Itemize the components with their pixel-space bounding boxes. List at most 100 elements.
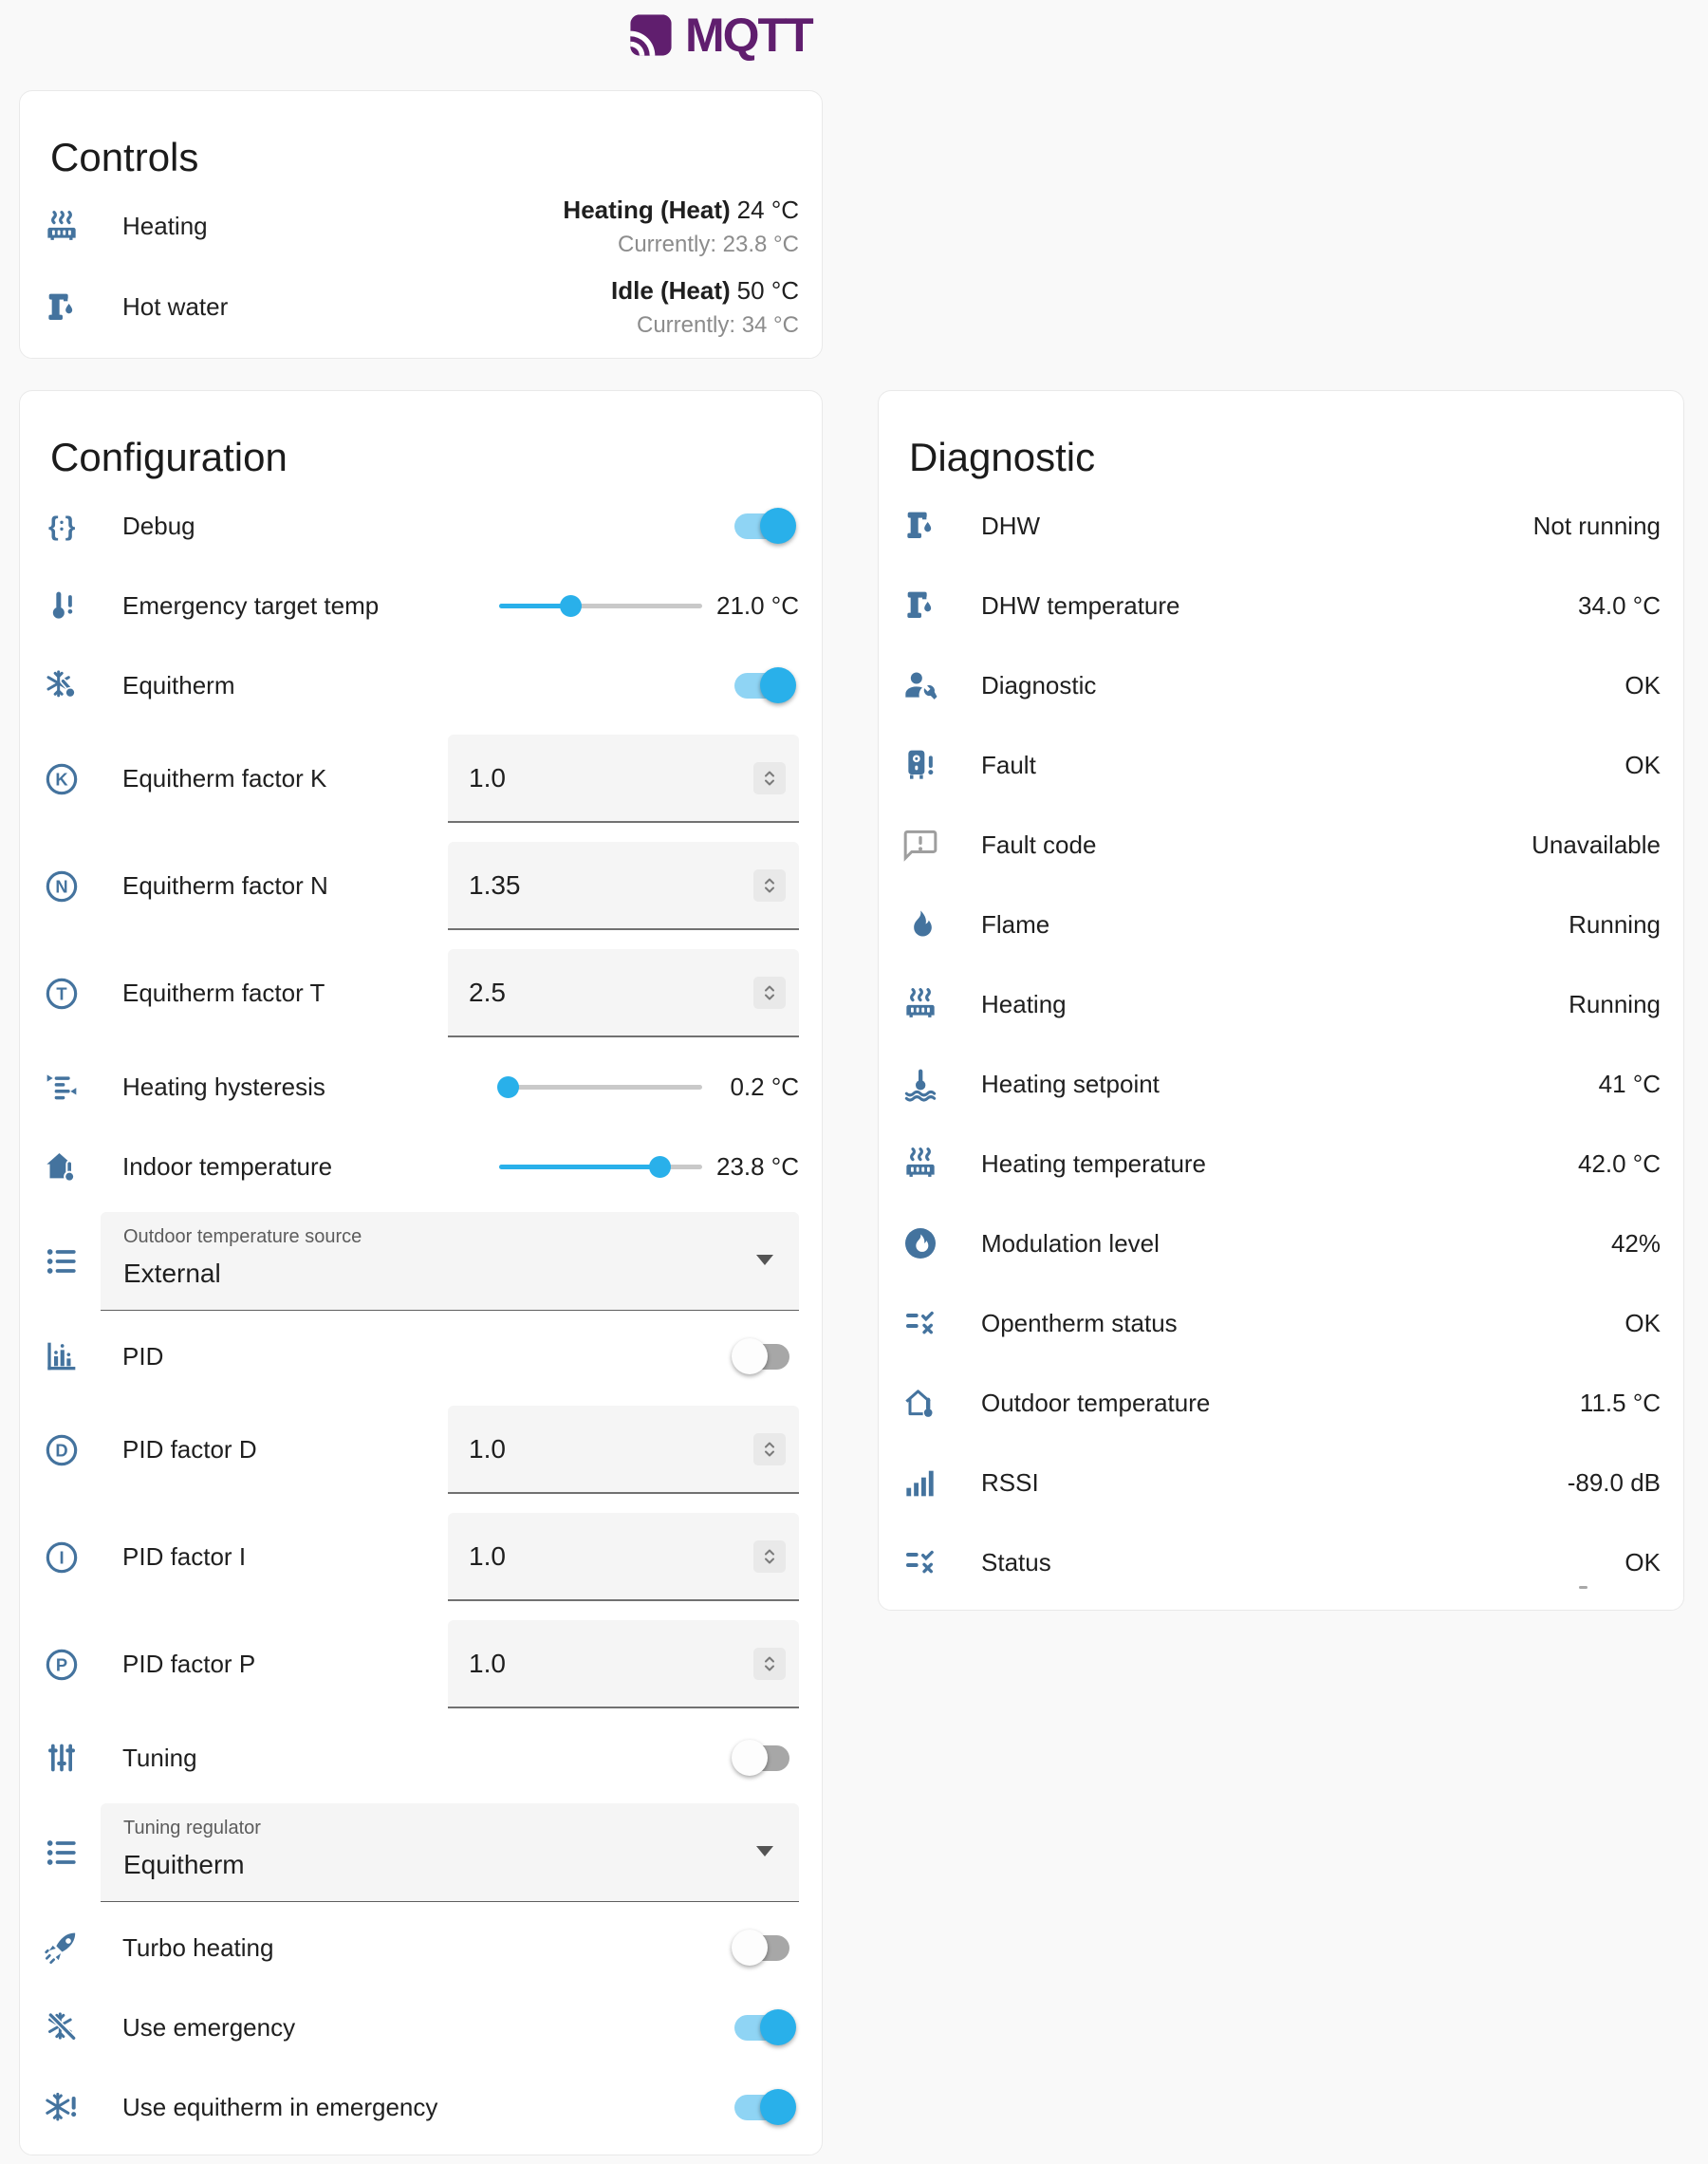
config-row-outdoor-temperature-source: Outdoor temperature source External [43,1206,799,1316]
sensor-row-rssi[interactable]: RSSI -89.0 dB [901,1443,1661,1522]
tuning-regulator-select[interactable]: Tuning regulator Equitherm [101,1803,799,1902]
climate-current-temp: Currently: 23.8 °C [563,232,799,258]
sensor-row-modulation-level[interactable]: Modulation level 42% [901,1203,1661,1283]
sensor-value: Running [1569,910,1661,940]
number-stepper[interactable] [753,869,786,902]
climate-state-block: Idle (Heat)50 °C Currently: 34 °C [611,276,799,339]
sensor-value: OK [1624,1548,1661,1577]
select-value: Equitherm [123,1850,738,1880]
row-label: Debug [122,512,734,541]
list-bulleted-icon [43,1834,81,1872]
sensor-row-flame[interactable]: Flame Running [901,885,1661,964]
svg-text:I: I [59,1547,64,1567]
pid-factor-d-input[interactable]: 1.0 [448,1406,799,1494]
climate-row-hot-water[interactable]: Hot water Idle (Heat)50 °C Currently: 34… [43,267,799,347]
sensor-row-fault[interactable]: Fault OK [901,725,1661,805]
sensor-row-diagnostic[interactable]: Diagnostic OK [901,645,1661,725]
sensor-row-dhw[interactable]: DHW Not running [901,486,1661,566]
sensor-value: 11.5 °C [1580,1389,1661,1418]
account-wrench-icon [901,666,939,704]
sensor-value: Running [1569,990,1661,1019]
turbo-heating-toggle[interactable] [734,1929,793,1967]
letter-d-circle-icon: D [43,1431,81,1469]
emergency-target-temp-slider[interactable] [499,590,702,621]
svg-text:K: K [55,769,68,789]
water-tap-icon [43,289,81,326]
controls-card: Controls Heating Heating (Heat)24 °C Cur… [19,90,823,359]
pid-factor-i-input[interactable]: 1.0 [448,1513,799,1601]
pid-toggle[interactable] [734,1337,793,1375]
tuning-toggle[interactable] [734,1739,793,1777]
tune-vertical-icon [43,1739,81,1777]
slider-knob[interactable] [560,595,582,617]
sensor-row-heating-setpoint[interactable]: Heating setpoint 41 °C [901,1044,1661,1124]
row-label: PID factor D [122,1435,448,1464]
sensor-label: Opentherm status [981,1309,1624,1338]
equitherm-factor-t-input[interactable]: 2.5 [448,949,799,1037]
number-value[interactable]: 1.0 [469,1434,753,1464]
debug-toggle[interactable] [734,507,793,545]
number-value[interactable]: 1.0 [469,763,753,793]
number-value[interactable]: 1.0 [469,1649,753,1679]
sensor-label: Heating temperature [981,1149,1578,1179]
number-value[interactable]: 1.0 [469,1541,753,1572]
slider-knob[interactable] [497,1076,519,1098]
sensor-row-dhw-temperature[interactable]: DHW temperature 34.0 °C [901,566,1661,645]
diagnostic-card: Diagnostic DHW Not running DHW temperatu… [878,390,1684,1611]
row-label: PID factor P [122,1650,448,1679]
thermometer-alert-icon [43,587,81,625]
row-label: Equitherm factor T [122,979,448,1008]
number-stepper[interactable] [753,1648,786,1680]
sensor-label: Modulation level [981,1229,1611,1259]
diagnostic-card-title: Diagnostic [901,391,1661,486]
rocket-icon [43,1929,81,1967]
indoor-temperature-slider[interactable] [499,1151,702,1182]
climate-row-heating[interactable]: Heating Heating (Heat)24 °C Currently: 2… [43,186,799,267]
use-equitherm-in-emergency-toggle[interactable] [734,2088,793,2126]
equitherm-factor-k-input[interactable]: 1.0 [448,735,799,823]
letter-n-circle-icon: N [43,867,81,905]
climate-label: Heating [122,212,563,241]
config-row-debug: Debug [43,486,799,566]
number-stepper[interactable] [753,1433,786,1465]
home-thermometer-outline-icon [901,1384,939,1422]
config-row-pid-factor-i: I PID factor I 1.0 [43,1503,799,1611]
row-label: Indoor temperature [122,1152,499,1182]
sensor-value: 34.0 °C [1578,591,1661,621]
row-label: Use emergency [122,2013,734,2043]
sensor-label: Diagnostic [981,671,1624,700]
mqtt-signal-icon [626,10,676,60]
sensor-value: 42% [1611,1229,1661,1259]
controls-card-title: Controls [43,91,799,186]
sensor-row-outdoor-temperature[interactable]: Outdoor temperature 11.5 °C [901,1363,1661,1443]
config-row-equitherm-factor-t: T Equitherm factor T 2.5 [43,940,799,1047]
heating-hysteresis-slider[interactable] [499,1072,702,1102]
sensor-value: 41 °C [1599,1070,1661,1099]
sensor-row-status[interactable]: Status OK [901,1522,1661,1602]
scrollbar-artifact [1579,1586,1587,1589]
slider-knob[interactable] [649,1156,671,1178]
equitherm-toggle[interactable] [734,666,793,704]
mqtt-logo-text: MQTT [685,8,812,63]
equitherm-factor-n-input[interactable]: 1.35 [448,842,799,930]
outdoor-temperature-source-select[interactable]: Outdoor temperature source External [101,1212,799,1311]
sensor-row-heating-temperature[interactable]: Heating temperature 42.0 °C [901,1124,1661,1203]
sensor-row-heating[interactable]: Heating Running [901,964,1661,1044]
sensor-row-fault-code[interactable]: Fault code Unavailable [901,805,1661,885]
letter-t-circle-icon: T [43,975,81,1013]
number-value[interactable]: 2.5 [469,978,753,1008]
pid-factor-p-input[interactable]: 1.0 [448,1620,799,1708]
config-row-tuning: Tuning [43,1718,799,1798]
sensor-row-opentherm-status[interactable]: Opentherm status OK [901,1283,1661,1363]
sensor-label: RSSI [981,1468,1568,1498]
use-emergency-toggle[interactable] [734,2008,793,2046]
number-stepper[interactable] [753,977,786,1009]
number-stepper[interactable] [753,1540,786,1573]
fire-circle-icon [901,1224,939,1262]
sensor-value: Unavailable [1532,830,1661,860]
sensor-value: OK [1624,1309,1661,1338]
signal-icon [901,1464,939,1502]
number-stepper[interactable] [753,762,786,794]
select-value: External [123,1259,738,1289]
number-value[interactable]: 1.35 [469,870,753,901]
